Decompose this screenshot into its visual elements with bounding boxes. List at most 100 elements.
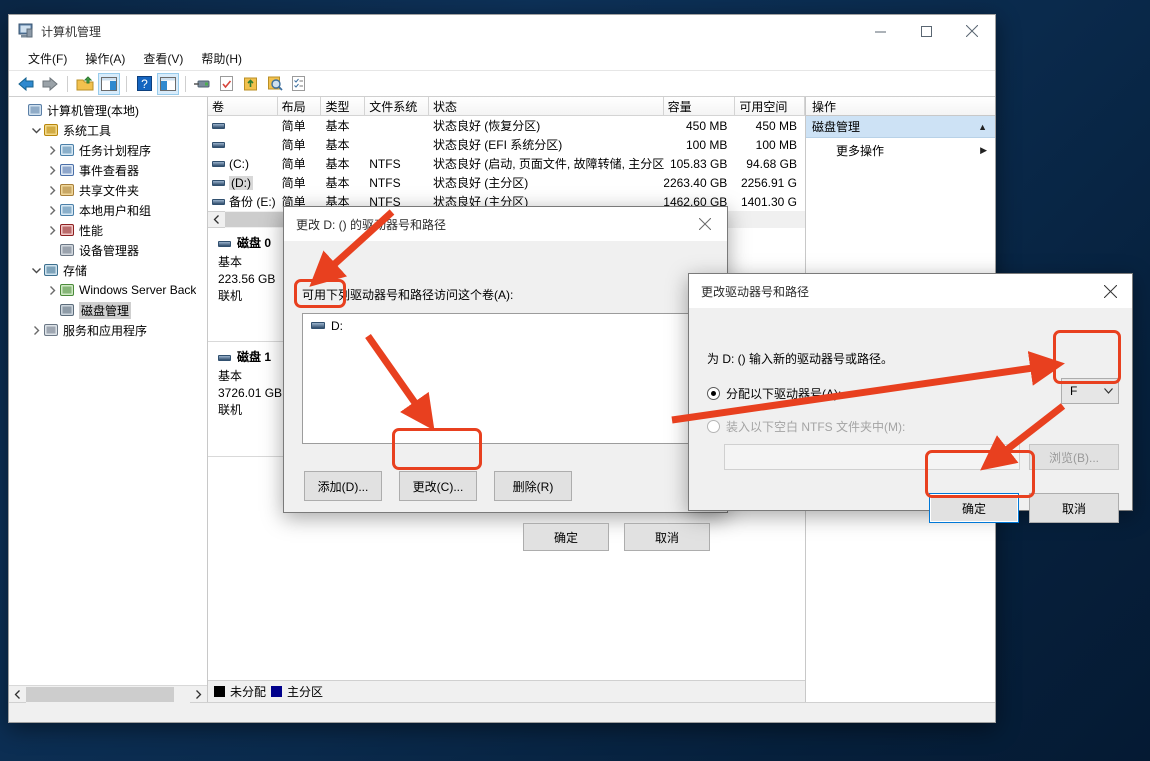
chevron-right-icon[interactable] bbox=[45, 285, 59, 295]
chevron-right-icon[interactable] bbox=[29, 325, 43, 335]
volume-column-header-5[interactable]: 容量 bbox=[663, 97, 736, 115]
volume-cell-volume: (D:) bbox=[208, 173, 278, 192]
drive-letter-combobox[interactable]: F bbox=[1061, 378, 1119, 404]
show-hide-action-pane-icon[interactable] bbox=[157, 72, 179, 95]
tree-item-label: 计算机管理(本地) bbox=[47, 103, 139, 118]
actions-group-disk-management[interactable]: 磁盘管理 ▲ bbox=[806, 116, 995, 138]
maximize-button[interactable] bbox=[903, 15, 949, 47]
table-row[interactable]: 简单 基本 状态良好 (恢复分区) 450 MB 450 MB bbox=[208, 116, 805, 135]
tree-item-6[interactable]: 性能 bbox=[9, 220, 207, 240]
dialog1-ok-button[interactable]: 确定 bbox=[523, 523, 609, 551]
scroll-left-icon[interactable] bbox=[9, 686, 26, 703]
dialog1-description: 可用下列驱动器号和路径访问这个卷(A): bbox=[302, 288, 514, 302]
table-row[interactable]: 简单 基本 状态良好 (EFI 系统分区) 100 MB 100 MB bbox=[208, 135, 805, 154]
tree-item-label: 事件查看器 bbox=[79, 163, 140, 178]
tree-item-2[interactable]: 任务计划程序 bbox=[9, 140, 207, 160]
tree-item-7[interactable]: 设备管理器 bbox=[9, 240, 207, 260]
mount-path-input[interactable] bbox=[724, 444, 1020, 470]
chevron-right-icon[interactable] bbox=[45, 185, 59, 195]
rescan-disks-icon[interactable] bbox=[264, 73, 286, 95]
chevron-down-icon[interactable] bbox=[29, 267, 43, 274]
table-row[interactable]: (C:) 简单 基本 NTFS 状态良好 (启动, 页面文件, 故障转储, 主分区) 10… bbox=[208, 154, 805, 173]
mount-ntfs-folder-label: 装入以下空白 NTFS 文件夹中(M): bbox=[726, 420, 906, 434]
add-button[interactable]: 添加(D)... bbox=[304, 471, 382, 501]
action-item-label: 更多操作 bbox=[836, 143, 885, 158]
chevron-up-icon[interactable]: ▲ bbox=[978, 122, 987, 132]
disk-name: 磁盘 0 bbox=[237, 236, 272, 250]
table-row[interactable]: (D:) 简单 基本 NTFS 状态良好 (主分区) 2263.40 GB 2256.91 … bbox=[208, 173, 805, 192]
scroll-left-icon[interactable] bbox=[208, 211, 225, 228]
dialog2-ok-button[interactable]: 确定 bbox=[929, 493, 1019, 523]
action-item-more-actions[interactable]: 更多操作 ▶ bbox=[806, 138, 995, 162]
mount-ntfs-folder-radio[interactable] bbox=[707, 420, 720, 433]
menu-action[interactable]: 操作(A) bbox=[76, 48, 134, 69]
chevron-down-icon[interactable] bbox=[1098, 388, 1118, 394]
help-icon[interactable]: ? bbox=[133, 73, 155, 95]
volume-column-header-2[interactable]: 类型 bbox=[321, 97, 366, 115]
close-button[interactable] bbox=[949, 15, 995, 47]
forward-icon[interactable] bbox=[39, 73, 61, 95]
up-folder-icon[interactable] bbox=[74, 73, 96, 95]
window-title: 计算机管理 bbox=[41, 24, 102, 39]
drive-letters-listbox[interactable]: D: bbox=[302, 313, 710, 444]
task-list-icon[interactable] bbox=[288, 73, 310, 95]
drive-letter-list-item[interactable]: D: bbox=[303, 316, 709, 335]
tree-scroll-thumb[interactable] bbox=[26, 686, 174, 702]
tree-item-0[interactable]: 计算机管理(本地) bbox=[9, 100, 207, 120]
volume-cell-type: 基本 bbox=[325, 176, 350, 190]
volume-column-header-0[interactable]: 卷 bbox=[208, 97, 278, 115]
properties-icon[interactable] bbox=[216, 73, 238, 95]
tree-item-label: 任务计划程序 bbox=[79, 143, 152, 158]
assign-drive-letter-radio[interactable] bbox=[707, 387, 720, 400]
chevron-right-icon[interactable] bbox=[45, 165, 59, 175]
change-drive-letter-dialog: 更改驱动器号和路径 为 D: () 输入新的驱动器号或路径。 分配以下驱动器号(… bbox=[688, 273, 1133, 523]
volume-cell-capacity: 105.83 GB bbox=[669, 156, 728, 171]
tree-item-3[interactable]: 事件查看器 bbox=[9, 160, 207, 180]
show-hide-tree-icon[interactable] bbox=[98, 72, 120, 95]
disk-name: 磁盘 1 bbox=[237, 350, 272, 364]
menu-help[interactable]: 帮助(H) bbox=[192, 48, 251, 69]
clock-icon bbox=[59, 142, 75, 158]
volume-column-header-3[interactable]: 文件系统 bbox=[365, 97, 429, 115]
tree-item-9[interactable]: Windows Server Back bbox=[9, 280, 207, 300]
tree-list[interactable]: 计算机管理(本地) 系统工具任务计划程序 事件查看器共享文件夹 本地用户和组性能设备管… bbox=[9, 97, 207, 685]
scroll-right-icon[interactable] bbox=[190, 686, 207, 703]
back-icon[interactable] bbox=[15, 73, 37, 95]
browse-button[interactable]: 浏览(B)... bbox=[1029, 444, 1119, 470]
tree-item-10[interactable]: 磁盘管理 bbox=[9, 300, 207, 320]
assign-drive-letter-radio-row[interactable]: 分配以下驱动器号(A): bbox=[707, 385, 841, 402]
remove-button[interactable]: 删除(R) bbox=[494, 471, 572, 501]
tree-item-4[interactable]: 共享文件夹 bbox=[9, 180, 207, 200]
volume-list-header[interactable]: 卷布局 类型 文件系统 状态 容量 可用空间 bbox=[208, 97, 805, 116]
volume-column-header-6[interactable]: 可用空间 bbox=[735, 97, 805, 115]
minimize-button[interactable] bbox=[857, 15, 903, 47]
change-button[interactable]: 更改(C)... bbox=[399, 471, 477, 501]
mount-ntfs-folder-radio-row[interactable]: 装入以下空白 NTFS 文件夹中(M): bbox=[707, 418, 905, 435]
chevron-down-icon[interactable] bbox=[29, 127, 43, 134]
connect-icon[interactable] bbox=[192, 73, 214, 95]
tree-scroll-track[interactable] bbox=[26, 685, 190, 703]
volume-cell-fs bbox=[365, 135, 429, 154]
chevron-right-icon[interactable] bbox=[45, 145, 59, 155]
volume-column-header-1[interactable]: 布局 bbox=[277, 97, 322, 115]
dialog1-cancel-button[interactable]: 取消 bbox=[624, 523, 710, 551]
export-list-icon[interactable] bbox=[240, 73, 262, 95]
change-drive-letter-and-paths-dialog: 更改 D: () 的驱动器号和路径 可用下列驱动器号和路径访问这个卷(A): D… bbox=[283, 206, 728, 551]
menu-view[interactable]: 查看(V) bbox=[134, 48, 192, 69]
tree-horizontal-scrollbar[interactable] bbox=[9, 685, 207, 703]
tree-item-1[interactable]: 系统工具 bbox=[9, 120, 207, 140]
volume-scroll-thumb[interactable] bbox=[225, 212, 287, 227]
tree-item-5[interactable]: 本地用户和组 bbox=[9, 200, 207, 220]
dialog2-cancel-button[interactable]: 取消 bbox=[1029, 493, 1119, 523]
tree-item-11[interactable]: 服务和应用程序 bbox=[9, 320, 207, 340]
tree-item-8[interactable]: 存储 bbox=[9, 260, 207, 280]
dialog1-close-button[interactable] bbox=[683, 207, 727, 241]
menu-file[interactable]: 文件(F) bbox=[19, 48, 76, 69]
chevron-right-icon[interactable] bbox=[45, 205, 59, 215]
tree-item-label: 性能 bbox=[79, 223, 104, 238]
tree-item-label: 设备管理器 bbox=[79, 243, 140, 258]
chevron-right-icon[interactable] bbox=[45, 225, 59, 235]
dialog2-close-button[interactable] bbox=[1088, 274, 1132, 308]
volume-column-header-4[interactable]: 状态 bbox=[428, 97, 664, 115]
volume-list-rows[interactable]: 简单 基本 状态良好 (恢复分区) 450 MB 450 MB 简单 基本 状态良好 (EFI… bbox=[208, 116, 805, 211]
